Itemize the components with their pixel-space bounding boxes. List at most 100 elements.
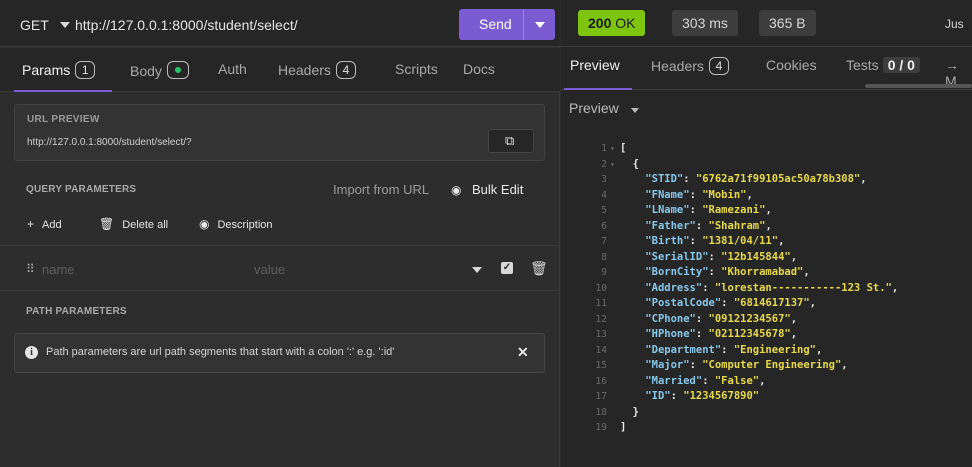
code-line: 17 "ID": "1234567890" (561, 389, 972, 405)
query-parameters-title: QUERY PARAMETERS (26, 184, 137, 195)
json-key: "Birth" (645, 235, 690, 247)
code-text: "Married": "False", (645, 374, 766, 387)
json-key: "FName" (645, 188, 690, 201)
status-text: OK (615, 15, 636, 31)
code-line: 2 ▾ { (561, 157, 972, 173)
json-value: "Engineering" (733, 343, 816, 356)
line-number: 18 (595, 406, 607, 418)
preview-mode-chevron-icon[interactable] (631, 108, 639, 113)
path-params-info-banner: i Path parameters are url path segments … (14, 333, 545, 373)
status-badge: 200 OK (578, 10, 646, 36)
code-line: 13 "HPhone": "02112345678", (561, 327, 972, 343)
status-code: 200 (588, 15, 612, 31)
url-preview-box: URL PREVIEW http://127.0.0.1:8000/studen… (14, 104, 545, 161)
tab-params[interactable]: Params 1 (22, 61, 96, 79)
add-label: Add (42, 219, 62, 231)
delete-all-button[interactable]: 🗑 Delete all (99, 217, 168, 231)
code-line: 7 "Birth": "1381/04/11", (561, 234, 972, 250)
code-text: "ID": "1234567890" (645, 390, 760, 402)
param-type-chevron-icon[interactable] (472, 267, 482, 273)
tabs-scrollbar[interactable] (865, 84, 972, 88)
param-name-input[interactable]: name (42, 262, 75, 277)
description-toggle[interactable]: ◉ Description (199, 217, 273, 231)
close-icon[interactable]: ✕ (517, 344, 529, 361)
tab-headers[interactable]: Headers 4 (278, 61, 356, 79)
json-value: "1234567890" (683, 390, 760, 402)
send-divider (523, 9, 524, 40)
tests-count-badge: 0 / 0 (882, 57, 920, 73)
fold-chevron-icon[interactable]: ▾ (610, 157, 615, 173)
plus-icon: + (27, 217, 35, 231)
code-line: 15 "Major": "Computer Engineering", (561, 358, 972, 374)
bulk-edit-button[interactable]: Bulk Edit (472, 182, 523, 197)
url-input[interactable]: http://127.0.0.1:8000/student/select/ (75, 17, 298, 33)
tab-docs[interactable]: Docs (463, 61, 495, 77)
copy-url-button[interactable]: ⧉ (488, 129, 534, 153)
tab-preview[interactable]: Preview (570, 57, 620, 73)
line-number: 5 (601, 205, 607, 216)
code-text: "Birth": "1381/04/11", (645, 235, 785, 247)
json-key: "HPhone" (645, 328, 696, 340)
code-text: ] (620, 421, 627, 433)
tab-headers-label: Headers (278, 62, 331, 78)
json-key: "SerialID" (645, 250, 709, 263)
drag-handle-icon[interactable]: ⠿ (26, 262, 35, 276)
preview-mode-dropdown[interactable]: Preview (569, 100, 619, 116)
toggle-eye-icon[interactable]: ◉ (451, 183, 461, 197)
url-preview-title: URL PREVIEW (27, 114, 100, 125)
response-time-badge: 303 ms (672, 10, 738, 36)
code-line: 18 } (561, 405, 972, 421)
json-key: "Department" (645, 343, 722, 356)
code-text: } (620, 405, 639, 418)
param-value-input[interactable]: value (254, 262, 285, 277)
method-selector[interactable]: GET (20, 17, 49, 33)
url-bar: GET http://127.0.0.1:8000/student/select… (0, 0, 560, 47)
json-key: "CPhone" (645, 312, 696, 325)
tab-response-headers[interactable]: Headers 4 (651, 57, 729, 75)
add-param-button[interactable]: + Add (27, 217, 62, 231)
code-line: 10 "Address": "lorestan-----------123 St… (561, 281, 972, 297)
code-line: 1 ▾ [ (561, 141, 972, 157)
json-value: "6762a71f99105ac50a78b308" (695, 173, 861, 185)
line-number: 7 (601, 236, 607, 247)
fold-chevron-icon[interactable]: ▾ (610, 141, 615, 157)
json-key: "Father" (645, 219, 696, 232)
trash-icon: 🗑 (99, 217, 115, 231)
send-options-chevron-icon[interactable] (535, 22, 545, 28)
param-delete-trash-icon[interactable]: 🗑 (530, 260, 548, 277)
code-text: "STID": "6762a71f99105ac50a78b308", (645, 173, 867, 185)
tab-tests[interactable]: Tests 0 / 0 (846, 57, 920, 73)
line-number: 3 (601, 174, 607, 185)
json-key: "PostalCode" (645, 297, 722, 309)
send-label: Send (479, 16, 512, 32)
response-status-bar: 200 OK 303 ms 365 B Jus (561, 0, 972, 47)
tab-scripts[interactable]: Scripts (395, 61, 438, 77)
line-number: 8 (601, 251, 607, 263)
code-text: "Father": "Shahram", (645, 219, 772, 232)
tab-cookies[interactable]: Cookies (766, 57, 817, 73)
delete-all-label: Delete all (122, 219, 169, 231)
line-number: 16 (595, 375, 607, 387)
code-text: "PostalCode": "6814617137", (645, 297, 816, 309)
response-size-badge: 365 B (759, 10, 816, 36)
json-key: "ID" (645, 390, 671, 402)
body-status-dot-icon (166, 61, 189, 79)
import-from-url-link[interactable]: Import from URL (333, 182, 429, 197)
params-count-badge: 1 (75, 61, 96, 79)
request-pane: GET http://127.0.0.1:8000/student/select… (0, 0, 560, 467)
send-button[interactable]: Send (459, 9, 555, 40)
line-number: 10 (595, 282, 607, 294)
code-text: "CPhone": "09121234567", (645, 312, 798, 325)
tab-body-label: Body (130, 63, 162, 79)
response-timestamp: Jus (945, 17, 964, 31)
tab-body[interactable]: Body (130, 61, 189, 79)
path-params-info-text: Path parameters are url path segments th… (46, 346, 395, 358)
method-dropdown-icon[interactable] (60, 22, 70, 28)
code-line: 5 "LName": "Ramezani", (561, 203, 972, 219)
code-line: 4 "FName": "Mobin", (561, 188, 972, 204)
response-headers-count-badge: 4 (708, 57, 729, 75)
tab-auth[interactable]: Auth (218, 61, 247, 77)
tab-response-headers-label: Headers (651, 58, 704, 74)
json-value: "6814617137" (733, 297, 810, 309)
param-enabled-checkbox[interactable]: ✓ (501, 262, 513, 274)
